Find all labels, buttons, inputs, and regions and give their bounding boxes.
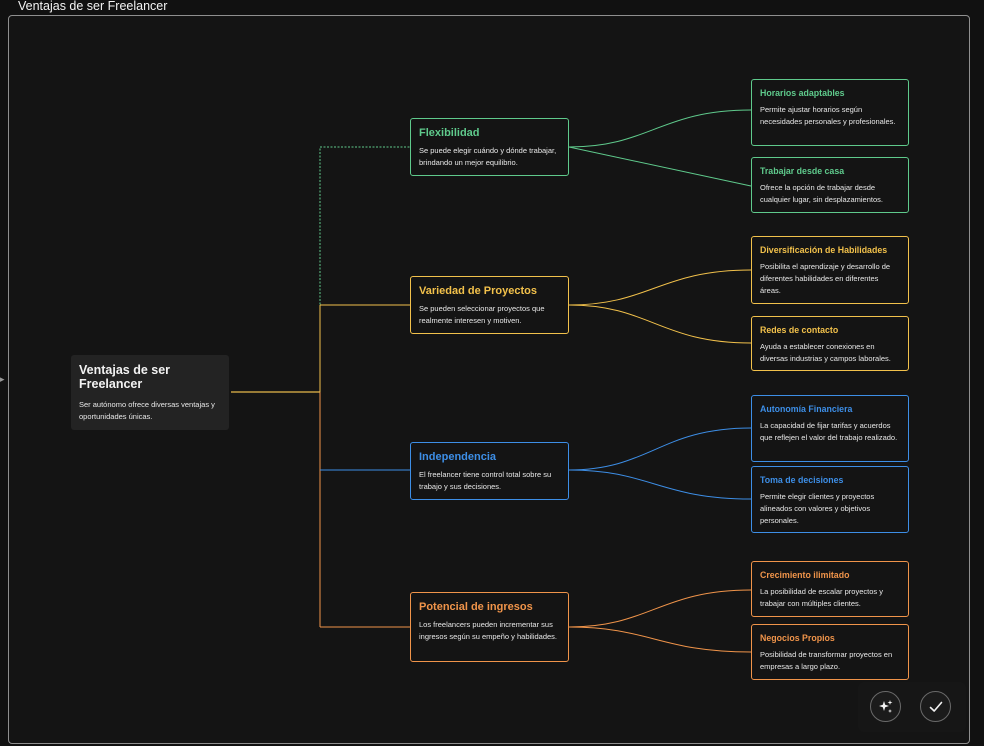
- leaf-description: Permite ajustar horarios según necesidad…: [760, 105, 896, 126]
- curve-orange-2: [568, 626, 752, 653]
- sparkles-icon: [878, 699, 892, 713]
- root-description: Ser autónomo ofrece diversas ventajas y …: [79, 400, 215, 421]
- leaf-title: Diversificación de Habilidades: [760, 245, 888, 255]
- curve-green-1: [568, 109, 752, 148]
- leaf-node-autonomia[interactable]: Autonomía Financiera La capacidad de fij…: [751, 395, 909, 462]
- branch-title: Potencial de ingresos: [419, 601, 533, 613]
- leaf-node-negocios[interactable]: Negocios Propios Posibilidad de transfor…: [751, 624, 909, 680]
- root-node[interactable]: Ventajas de ser Freelancer Ser autónomo …: [71, 355, 229, 430]
- branch-node-flexibilidad[interactable]: Flexibilidad Se puede elegir cuándo y dó…: [410, 118, 569, 176]
- curve-orange-1: [568, 589, 752, 628]
- branch-title: Variedad de Proyectos: [419, 285, 537, 297]
- leaf-node-horarios[interactable]: Horarios adaptables Permite ajustar hora…: [751, 79, 909, 146]
- confirm-button[interactable]: [920, 691, 951, 722]
- branch-node-independencia[interactable]: Independencia El freelancer tiene contro…: [410, 442, 569, 500]
- leaf-description: Posibilita el aprendizaje y desarrollo d…: [760, 262, 891, 295]
- leaf-title: Horarios adaptables: [760, 88, 845, 98]
- leaf-node-decisiones[interactable]: Toma de decisiones Permite elegir client…: [751, 466, 909, 533]
- leaf-node-diversificacion[interactable]: Diversificación de Habilidades Posibilit…: [751, 236, 909, 304]
- leaf-title: Crecimiento ilimitado: [760, 570, 850, 580]
- curve-green-2: [568, 146, 752, 187]
- leaf-node-casa[interactable]: Trabajar desde casa Ofrece la opción de …: [751, 157, 909, 213]
- leaf-description: Ayuda a establecer conexiones en diversa…: [760, 342, 891, 363]
- branch-description: Se pueden seleccionar proyectos que real…: [419, 304, 545, 325]
- check-icon: [929, 701, 942, 712]
- leaf-description: Permite elegir clientes y proyectos alin…: [760, 492, 875, 525]
- leaf-description: La capacidad de fijar tarifas y acuerdos…: [760, 421, 898, 442]
- magic-button[interactable]: [870, 691, 901, 722]
- branch-description: El freelancer tiene control total sobre …: [419, 470, 552, 491]
- curve-blue-2: [568, 469, 752, 500]
- leaf-node-crecimiento[interactable]: Crecimiento ilimitado La posibilidad de …: [751, 561, 909, 617]
- root-title: Ventajas de ser Freelancer: [79, 363, 171, 391]
- curve-blue-1: [568, 427, 752, 471]
- leaf-title: Trabajar desde casa: [760, 166, 845, 176]
- leaf-description: Posibilidad de transformar proyectos en …: [760, 650, 893, 671]
- curve-yellow-1: [568, 269, 752, 306]
- leaf-title: Autonomía Financiera: [760, 404, 853, 414]
- leaf-title: Toma de decisiones: [760, 475, 844, 485]
- leaf-title: Redes de contacto: [760, 325, 839, 335]
- leaf-description: La posibilidad de escalar proyectos y tr…: [760, 587, 883, 608]
- leaf-description: Ofrece la opción de trabajar desde cualq…: [760, 183, 883, 204]
- branch-node-variedad[interactable]: Variedad de Proyectos Se pueden seleccio…: [410, 276, 569, 334]
- leaf-title: Negocios Propios: [760, 633, 835, 643]
- branch-description: Se puede elegir cuándo y dónde trabajar,…: [419, 146, 557, 167]
- leaf-node-redes[interactable]: Redes de contacto Ayuda a establecer con…: [751, 316, 909, 371]
- branch-title: Flexibilidad: [419, 127, 480, 139]
- branch-node-ingresos[interactable]: Potencial de ingresos Los freelancers pu…: [410, 592, 569, 662]
- branch-title: Independencia: [419, 451, 497, 463]
- curve-yellow-2: [568, 304, 752, 344]
- branch-description: Los freelancers pueden incrementar sus i…: [419, 620, 558, 641]
